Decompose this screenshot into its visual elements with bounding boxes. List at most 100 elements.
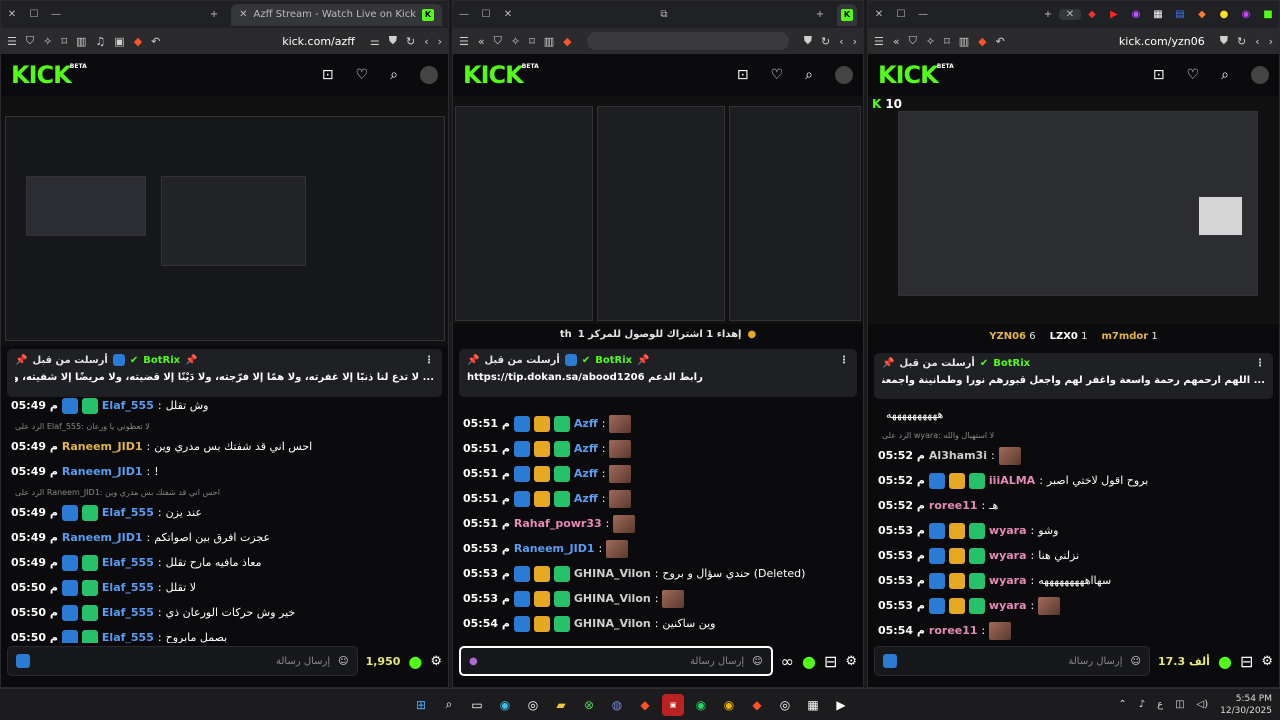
- forward-icon[interactable]: ›: [853, 35, 857, 48]
- terminal-icon[interactable]: ▶: [830, 694, 852, 716]
- chat-message[interactable]: 05:49 م Elaf_555: عند يزن: [1, 500, 440, 525]
- chat-message[interactable]: ههههههههههه: [868, 402, 1271, 427]
- folder-icon[interactable]: ▰: [550, 694, 572, 716]
- chat-username[interactable]: Elaf_555: [102, 631, 154, 643]
- channel-points[interactable]: 17.3 ألف: [1158, 655, 1210, 668]
- chat-username[interactable]: iiiALMA: [989, 474, 1035, 487]
- heart-icon[interactable]: ♡: [771, 67, 784, 83]
- library-icon[interactable]: ⊡: [322, 67, 334, 83]
- close-icon[interactable]: ✕: [868, 9, 890, 20]
- chat-username[interactable]: roree11: [929, 499, 978, 512]
- tab-icon-1[interactable]: ◆: [1081, 9, 1103, 20]
- edge-icon[interactable]: ◉: [494, 694, 516, 716]
- maximize-icon[interactable]: ☐: [890, 9, 912, 20]
- screenshot-icon[interactable]: ⧉: [653, 9, 675, 20]
- chat-message[interactable]: 05:49 م Elaf_555: معاذ مافيه مارح تقلل: [1, 550, 440, 575]
- sidebar-icon[interactable]: ▥: [959, 35, 969, 48]
- chevron-up-icon[interactable]: ⌃: [1118, 699, 1126, 710]
- infinity-icon[interactable]: ∞: [781, 652, 794, 671]
- library-icon[interactable]: ⊡: [737, 67, 749, 83]
- menu-icon[interactable]: ☰: [874, 35, 884, 48]
- clock[interactable]: 5:54 PM 12/30/2025: [1220, 693, 1272, 717]
- chat-username[interactable]: Azff: [574, 492, 598, 505]
- brave-icon[interactable]: ◆: [134, 35, 142, 48]
- maximize-icon[interactable]: ☐: [23, 9, 45, 20]
- mic-icon[interactable]: ●: [469, 656, 478, 667]
- kick-logo[interactable]: KICK BETA: [11, 61, 87, 89]
- windows-start-icon[interactable]: ⊞: [410, 694, 432, 716]
- chat-message[interactable]: 05:54 م roree11:: [868, 618, 1271, 642]
- minimize-icon[interactable]: —: [912, 9, 934, 20]
- chat-message[interactable]: 05:51 م Azff:: [453, 461, 855, 486]
- bookmark-icon[interactable]: ⌑: [61, 35, 67, 48]
- chat-username[interactable]: Elaf_555: [102, 606, 154, 619]
- chat-message[interactable]: 05:49 م Raneem_JID1:!: [1, 459, 440, 484]
- settings-sliders-icon[interactable]: ⚌: [370, 35, 380, 48]
- more-icon[interactable]: ⋮: [1255, 358, 1265, 369]
- emoji-icon[interactable]: ☺: [1131, 656, 1141, 667]
- tab-azff[interactable]: ✕ Azff Stream - Watch Live on Kick K: [231, 3, 442, 26]
- tab-icon-5[interactable]: ▤: [1169, 9, 1191, 20]
- sidebar-icon[interactable]: ▥: [76, 35, 86, 48]
- emoji-icon[interactable]: ☺: [752, 656, 762, 667]
- shield-icon[interactable]: ⛉: [909, 34, 917, 48]
- new-tab-icon[interactable]: +: [1037, 9, 1059, 20]
- shield-icon[interactable]: ⛉: [26, 34, 34, 48]
- chrome-icon[interactable]: ◉: [718, 694, 740, 716]
- url-text[interactable]: kick.com/azff: [282, 35, 355, 48]
- chat-message[interactable]: 05:53 م wyara: نزلني هنا: [868, 543, 1271, 568]
- pin-icon[interactable]: ⋮: [424, 355, 434, 366]
- app-icon[interactable]: ▦: [802, 694, 824, 716]
- library-icon[interactable]: ⊡: [1153, 67, 1165, 83]
- back-icon[interactable]: ‹: [424, 35, 428, 48]
- kick-logo[interactable]: KICK BETA: [878, 61, 954, 89]
- extensions-icon[interactable]: ✧: [43, 35, 52, 48]
- chat-username[interactable]: Elaf_555: [102, 581, 154, 594]
- whatsapp-icon[interactable]: ◉: [690, 694, 712, 716]
- stream-video[interactable]: [1, 96, 448, 346]
- collapse-icon[interactable]: «: [893, 35, 900, 48]
- chat-message[interactable]: 05:53 م wyara: سهااهههههههههه: [868, 568, 1271, 593]
- chat-message[interactable]: 05:51 م Azff:: [453, 436, 855, 461]
- reload-icon[interactable]: ↻: [406, 35, 415, 48]
- chat-message[interactable]: 05:52 م roree11: هـ: [868, 493, 1271, 518]
- chat-message[interactable]: 05:50 م Elaf_555: خير وش حركات الورعان ذي: [1, 600, 440, 625]
- tab-icon-3[interactable]: ◉: [1125, 9, 1147, 20]
- chat-message[interactable]: 05:52 م iiiALMA: بروح اقول لاختي اصبر: [868, 468, 1271, 493]
- task-view-icon[interactable]: ▭: [466, 694, 488, 716]
- tab-icon-7[interactable]: ●: [1213, 9, 1235, 20]
- settings-icon[interactable]: ⚙: [845, 654, 857, 669]
- discord-icon[interactable]: ◍: [606, 694, 628, 716]
- tab-kick[interactable]: K: [837, 3, 857, 26]
- chat-username[interactable]: wyara: [989, 574, 1027, 587]
- mic-icon[interactable]: ♪: [1139, 699, 1145, 710]
- chat-username[interactable]: Al3ham3i: [929, 449, 987, 462]
- reload-icon[interactable]: ↻: [821, 35, 830, 48]
- chat-message[interactable]: 05:52 م Al3ham3i:: [868, 443, 1271, 468]
- chat-message[interactable]: 05:49 م Raneem_JID1: عجزت افرق بين اصواتكم: [1, 525, 440, 550]
- tab-icon-4[interactable]: ▦: [1147, 9, 1169, 20]
- search-icon[interactable]: ⌕: [390, 67, 398, 83]
- language-indicator[interactable]: ع: [1157, 699, 1163, 710]
- chat-message[interactable]: 05:50 م Elaf_555: بصمل مابروح: [1, 625, 440, 643]
- heart-icon[interactable]: ♡: [1187, 67, 1200, 83]
- tab-icon-2[interactable]: ▶: [1103, 9, 1125, 20]
- bookmark-icon[interactable]: ⌑: [944, 35, 950, 48]
- address-bar[interactable]: [586, 32, 789, 50]
- pinned-link[interactable]: https://tip.dokan.sa/abood1206: [467, 372, 645, 383]
- channel-points[interactable]: 1,950: [366, 655, 401, 668]
- bookmark-page-icon[interactable]: ⛊: [1220, 34, 1228, 48]
- bookmark-page-icon[interactable]: ⛊: [804, 34, 812, 48]
- tab-icon-8[interactable]: ◉: [1235, 9, 1257, 20]
- avatar[interactable]: [1251, 66, 1269, 84]
- bookmark-icon[interactable]: ⌑: [529, 35, 535, 48]
- more-icon[interactable]: ⋮: [839, 355, 849, 366]
- chat-username[interactable]: Raneem_JID1: [62, 465, 143, 478]
- chat-message[interactable]: 05:53 م wyara:: [868, 593, 1271, 618]
- chat-username[interactable]: Raneem_JID1: [62, 440, 143, 453]
- chat-username[interactable]: Raneem_JID1: [62, 531, 143, 544]
- maximize-icon[interactable]: ☐: [475, 9, 497, 20]
- brave-icon[interactable]: ◆: [634, 694, 656, 716]
- chat-username[interactable]: wyara: [989, 549, 1027, 562]
- xbox-icon[interactable]: ⊗: [578, 694, 600, 716]
